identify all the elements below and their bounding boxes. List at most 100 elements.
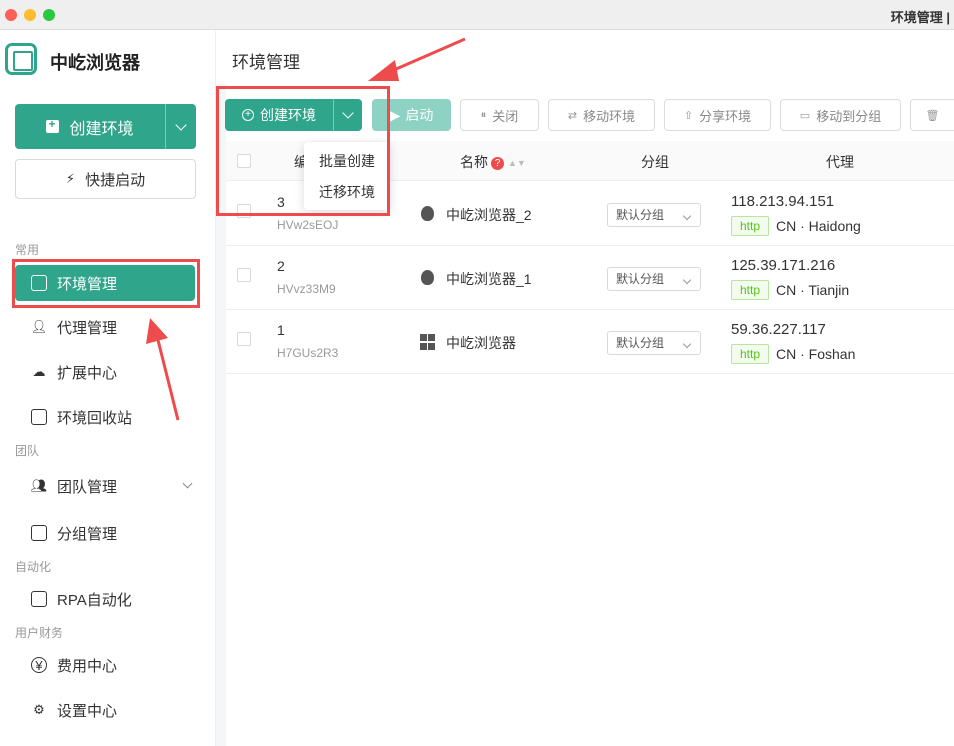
sidebar-create-env-dropdown-toggle[interactable] bbox=[165, 104, 196, 149]
protocol-badge: http bbox=[731, 216, 770, 236]
row-id: HVw2sEOJ bbox=[277, 218, 339, 232]
chevron-down-icon bbox=[682, 339, 692, 349]
group-select[interactable]: 默认分组 bbox=[607, 203, 701, 227]
sort-icon[interactable]: ▲▼ bbox=[508, 158, 526, 168]
annotation-arrow-sidebar bbox=[146, 318, 180, 421]
row-id: H7GUs2R3 bbox=[277, 346, 339, 360]
sidebar-item-label: 扩展中心 bbox=[57, 364, 118, 382]
sidebar-item-team[interactable]: 👥︎ 团队管理 bbox=[15, 468, 195, 504]
protocol-badge: http bbox=[731, 344, 770, 364]
chevron-down-icon bbox=[175, 118, 187, 131]
proxy-location: CN · Foshan bbox=[776, 346, 856, 362]
sidebar-create-env-label: 创建环境 bbox=[69, 120, 134, 138]
annotation-arrow-toolbar bbox=[368, 37, 466, 81]
brand-logo-icon bbox=[5, 43, 37, 75]
group-label-automation: 自动化 bbox=[15, 560, 52, 574]
group-select[interactable]: 默认分组 bbox=[607, 331, 701, 355]
proxy-ip: 125.39.171.216 bbox=[731, 257, 836, 274]
window-title: 环境管理 | bbox=[890, 10, 950, 25]
sidebar-item-settings[interactable]: ⚙︎ 设置中心 bbox=[15, 692, 195, 728]
row-checkbox[interactable] bbox=[237, 268, 251, 282]
page-title: 环境管理 bbox=[232, 53, 300, 72]
sidebar-item-label: RPA自动化 bbox=[57, 591, 132, 609]
user-gear-icon: 👤︎ bbox=[30, 319, 48, 334]
share-env-button-label: 分享环境 bbox=[699, 108, 752, 124]
close-button[interactable]: ⏸︎ 关闭 bbox=[460, 99, 539, 131]
sidebar-item-label: 分组管理 bbox=[57, 525, 118, 543]
start-button-label: 启动 bbox=[405, 107, 434, 123]
brand-name: 中屹浏览器 bbox=[50, 53, 140, 73]
sidebar-item-billing[interactable]: ¥ 费用中心 bbox=[15, 647, 195, 683]
proxy-location: CN · Haidong bbox=[776, 218, 861, 234]
swap-icon: ⇄ bbox=[567, 109, 578, 122]
folder-icon: ▭ bbox=[799, 109, 811, 122]
row-seq: 1 bbox=[277, 322, 285, 338]
group-label-finance: 用户财务 bbox=[15, 626, 64, 640]
chevron-down-icon bbox=[682, 211, 692, 221]
quick-launch-button[interactable]: ⚡︎ 快捷启动 bbox=[15, 159, 196, 199]
robot-icon bbox=[31, 591, 47, 607]
group-label-team: 团队 bbox=[15, 444, 40, 458]
delete-button[interactable]: 🗑︎ bbox=[910, 99, 954, 131]
table-row[interactable]: 2 HVvz33M9 中屹浏览器_1 默认分组 125.39.171.216 h… bbox=[226, 246, 954, 310]
gear-icon: ⚙︎ bbox=[33, 702, 45, 717]
proxy-location: CN · Tianjin bbox=[776, 282, 850, 298]
group-icon bbox=[31, 525, 47, 541]
sidebar-item-label: 环境回收站 bbox=[57, 409, 133, 427]
close-button-label: 关闭 bbox=[492, 108, 519, 124]
quick-launch-label: 快捷启动 bbox=[85, 171, 146, 189]
sidebar-create-env-main[interactable]: 创建环境 bbox=[15, 104, 165, 149]
sidebar-item-env[interactable]: 环境管理 bbox=[15, 265, 195, 301]
chevron-down-icon bbox=[182, 478, 193, 489]
row-checkbox[interactable] bbox=[237, 332, 251, 346]
yen-icon: ¥ bbox=[31, 657, 47, 673]
share-icon: ⇧ bbox=[683, 109, 694, 122]
column-header-group: 分组 bbox=[641, 154, 669, 170]
proxy-ip: 59.36.227.117 bbox=[731, 321, 826, 338]
sidebar-item-label: 团队管理 bbox=[57, 478, 118, 496]
apple-icon bbox=[421, 270, 434, 285]
cube-icon bbox=[31, 275, 47, 291]
column-header-proxy: 代理 bbox=[826, 154, 854, 170]
proxy-ip: 118.213.94.151 bbox=[731, 193, 835, 210]
play-circle-icon: ▶︎ bbox=[389, 106, 401, 123]
sidebar-item-label: 费用中心 bbox=[57, 657, 118, 675]
sidebar-item-label: 设置中心 bbox=[57, 702, 118, 720]
title-bar: 环境管理 | bbox=[0, 0, 954, 30]
cloud-gear-icon: ☁︎ bbox=[32, 364, 46, 379]
group-select-value: 默认分组 bbox=[616, 208, 665, 222]
row-seq: 2 bbox=[277, 258, 285, 274]
group-label-common: 常用 bbox=[15, 243, 40, 257]
sidebar-item-rpa[interactable]: RPA自动化 bbox=[15, 581, 195, 617]
move-to-group-button[interactable]: ▭ 移动到分组 bbox=[780, 99, 901, 131]
share-env-button[interactable]: ⇧ 分享环境 bbox=[664, 99, 771, 131]
move-to-group-button-label: 移动到分组 bbox=[816, 108, 882, 124]
maximize-window-button[interactable] bbox=[43, 9, 55, 21]
move-env-button[interactable]: ⇄ 移动环境 bbox=[548, 99, 655, 131]
group-select-value: 默认分组 bbox=[616, 336, 665, 350]
move-env-button-label: 移动环境 bbox=[583, 108, 636, 124]
column-header-name[interactable]: 名称? ▲▼ bbox=[460, 152, 526, 172]
team-icon: 👥︎ bbox=[30, 478, 48, 493]
column-header-name-label: 名称 bbox=[460, 154, 488, 170]
trash-can-icon bbox=[31, 409, 47, 425]
apple-icon bbox=[421, 206, 434, 221]
sidebar-item-groups[interactable]: 分组管理 bbox=[15, 515, 195, 551]
annotation-highlight-toolbar bbox=[216, 86, 390, 216]
add-square-icon bbox=[46, 117, 60, 133]
protocol-badge: http bbox=[731, 280, 770, 300]
sidebar-item-label: 代理管理 bbox=[57, 319, 118, 337]
group-select-value: 默认分组 bbox=[616, 272, 665, 286]
sidebar-item-label: 环境管理 bbox=[57, 275, 118, 293]
group-select[interactable]: 默认分组 bbox=[607, 267, 701, 291]
chevron-down-icon bbox=[682, 275, 692, 285]
table-row[interactable]: 1 H7GUs2R3 中屹浏览器 默认分组 59.36.227.117 http… bbox=[226, 310, 954, 374]
row-name[interactable]: 中屹浏览器_1 bbox=[446, 269, 532, 289]
sidebar-create-env-button: 创建环境 bbox=[15, 104, 196, 149]
minimize-window-button[interactable] bbox=[24, 9, 36, 21]
close-window-button[interactable] bbox=[5, 9, 17, 21]
row-id: HVvz33M9 bbox=[277, 282, 336, 296]
row-name[interactable]: 中屹浏览器_2 bbox=[446, 205, 532, 225]
help-icon[interactable]: ? bbox=[491, 157, 504, 170]
row-name[interactable]: 中屹浏览器 bbox=[446, 333, 516, 353]
